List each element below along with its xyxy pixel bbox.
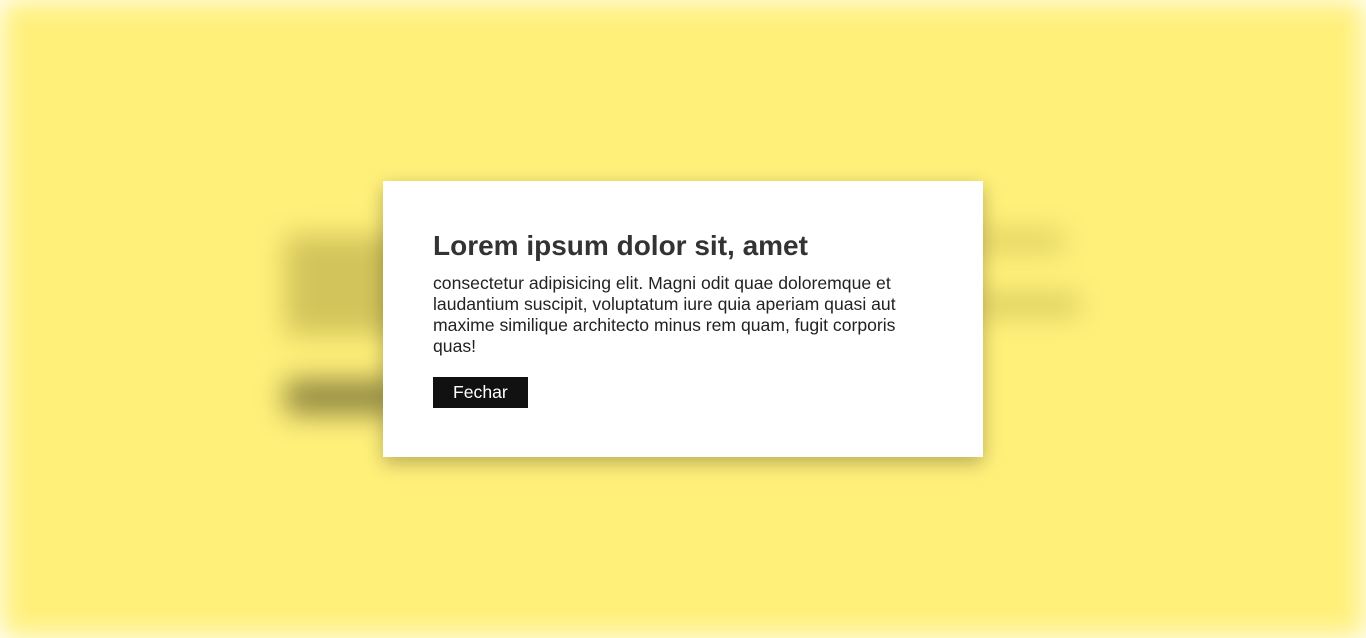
modal-title: Lorem ipsum dolor sit, amet <box>433 230 808 261</box>
blurred-button <box>285 380 395 414</box>
close-button[interactable]: Fechar <box>433 377 528 408</box>
blurred-text-line <box>975 232 1065 250</box>
modal-body-text: consectetur adipisicing elit. Magni odit… <box>433 273 896 356</box>
modal-dialog: Lorem ipsum dolor sit, amet consectetur … <box>383 181 983 457</box>
blurred-text-line <box>975 296 1080 314</box>
